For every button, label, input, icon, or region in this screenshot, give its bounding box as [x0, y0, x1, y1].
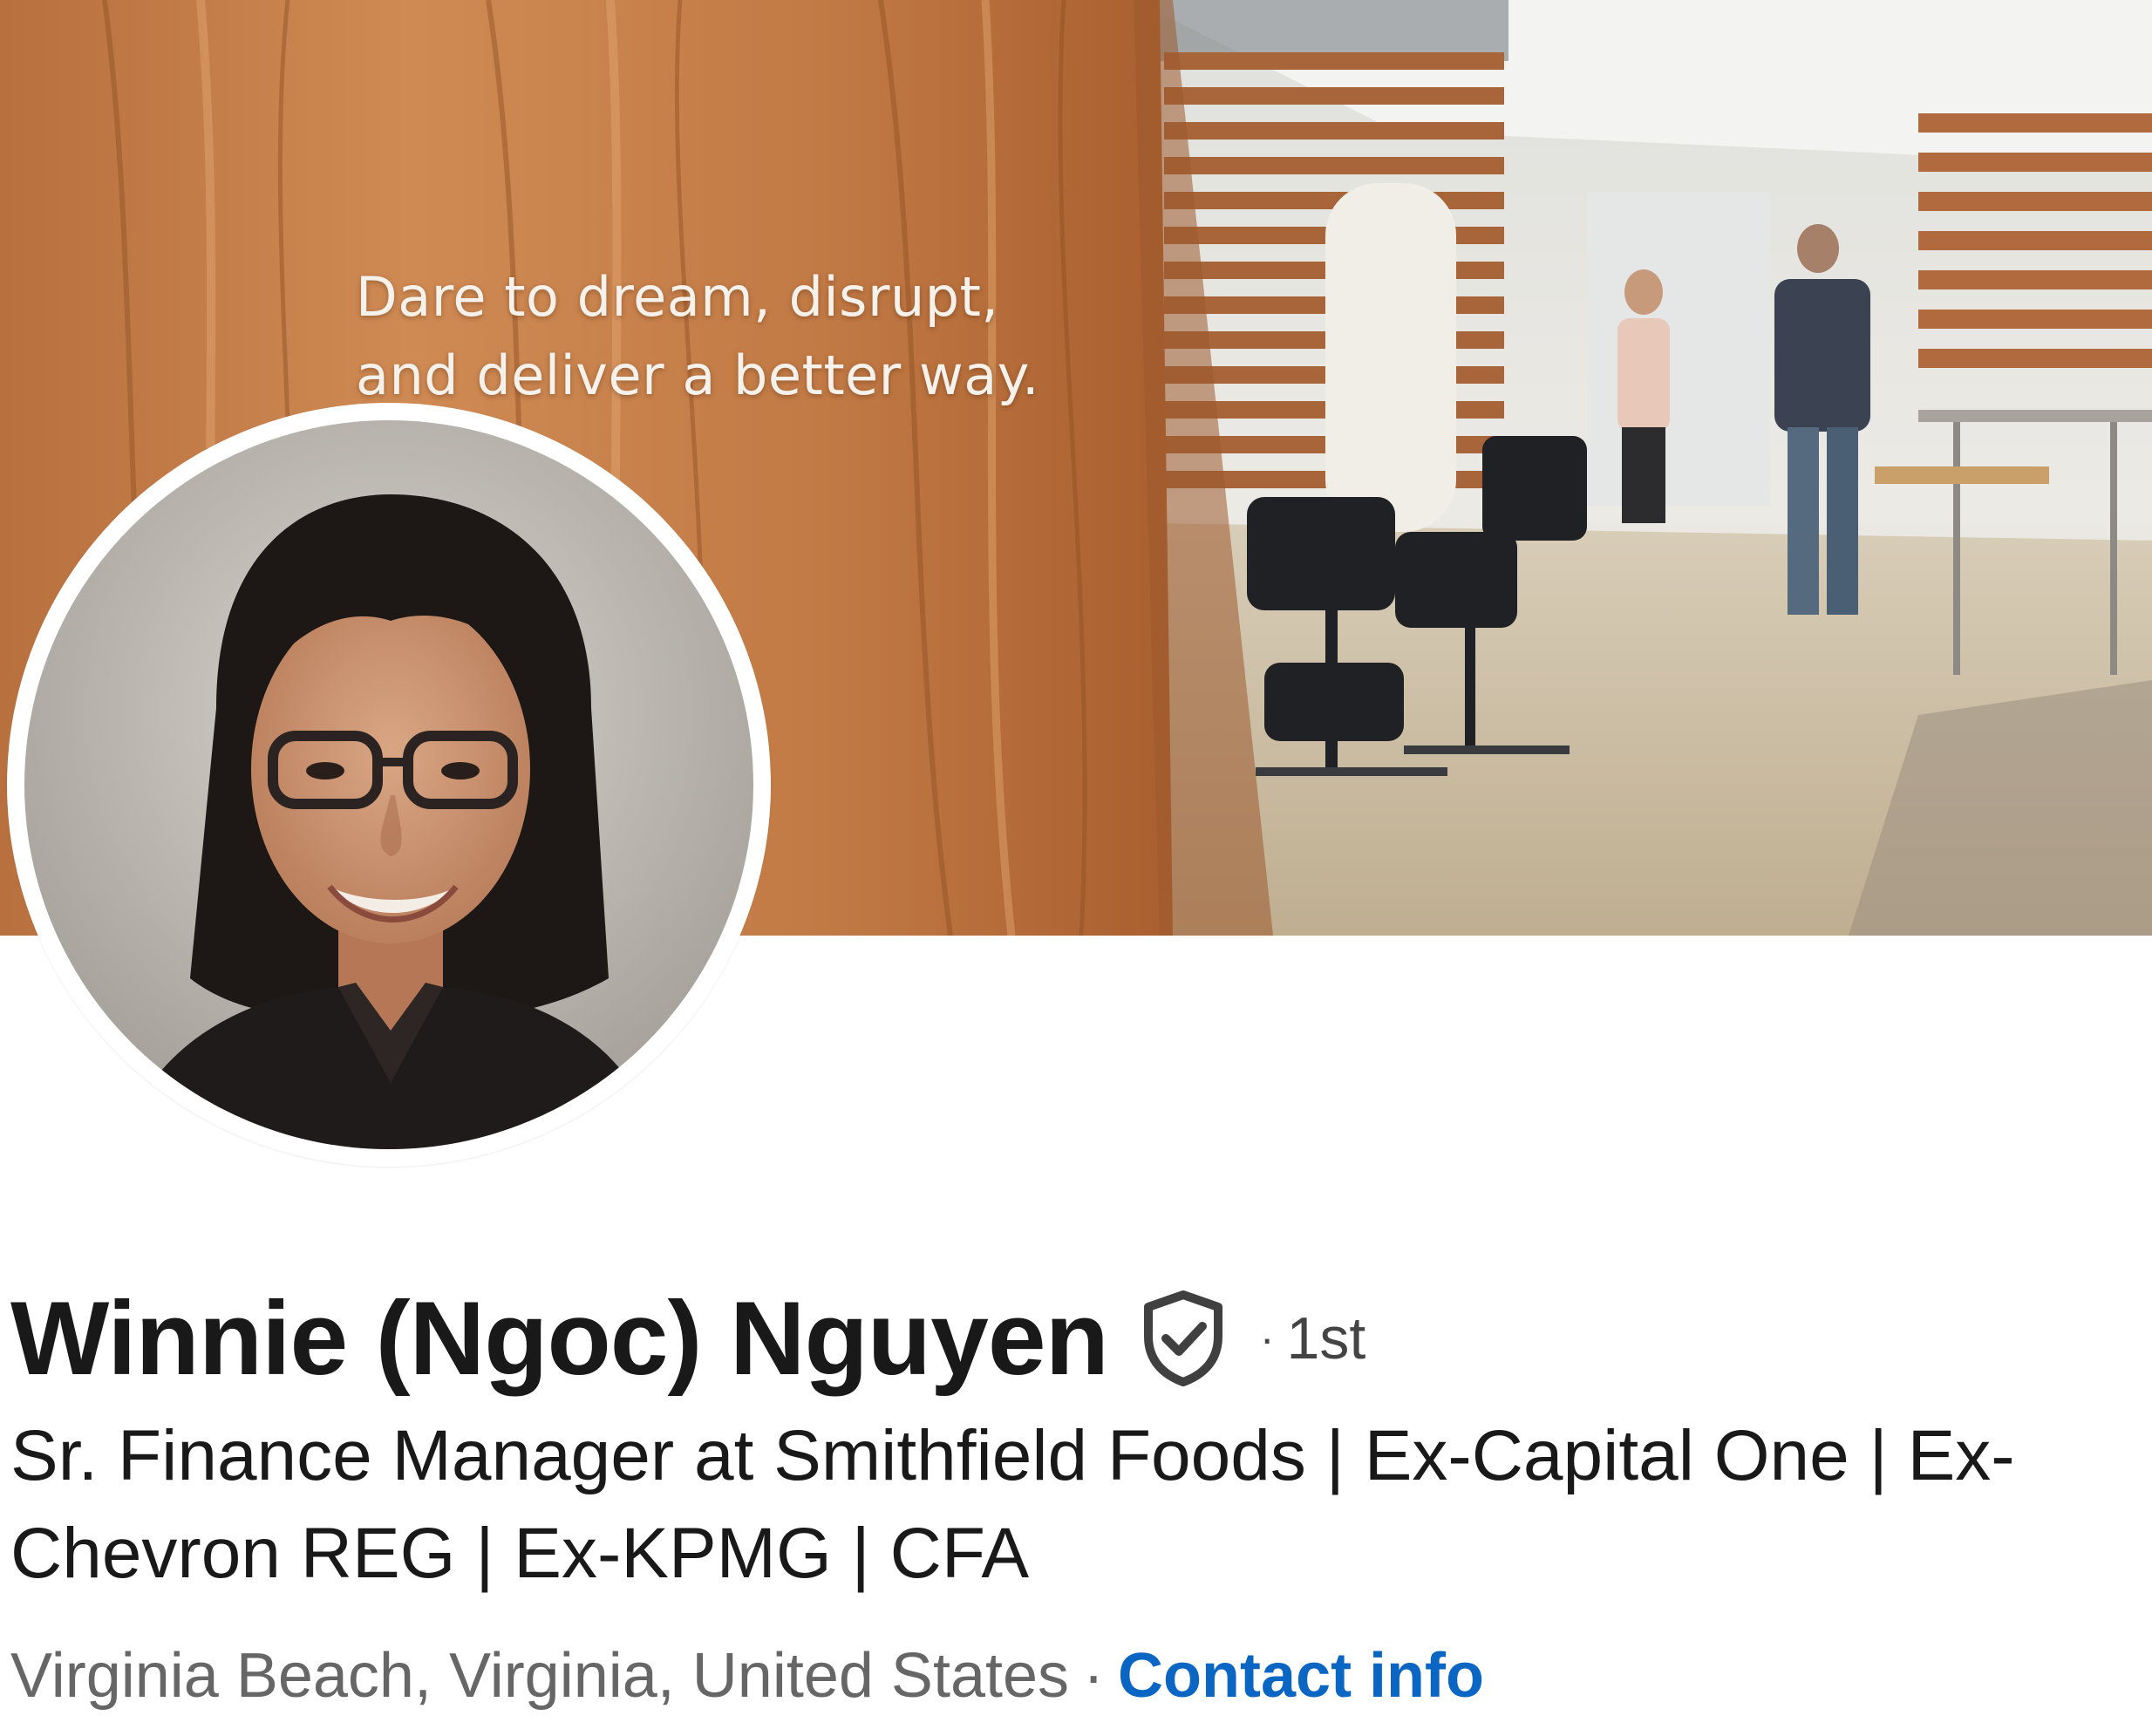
banner-tagline-line1: Dare to dream, disrupt,	[356, 265, 999, 329]
banner-tagline: Dare to dream, disrupt, and deliver a be…	[356, 258, 1039, 415]
profile-headline-line1: Sr. Finance Manager at Smithfield Foods …	[10, 1416, 2015, 1495]
shield-check-icon[interactable]	[1140, 1290, 1227, 1387]
profile-photo-image	[24, 420, 753, 1149]
profile-headline: Sr. Finance Manager at Smithfield Foods …	[10, 1407, 2138, 1603]
profile-location: Virginia Beach, Virginia, United States	[10, 1641, 1070, 1711]
profile-top-card: Dare to dream, disrupt, and deliver a be…	[0, 0, 2152, 1736]
contact-info-link[interactable]: Contact info	[1118, 1641, 1484, 1711]
location-separator: ·	[1083, 1641, 1105, 1711]
connection-degree-badge: 1st	[1286, 1305, 1366, 1372]
banner-tagline-line2: and deliver a better way.	[356, 344, 1040, 407]
location-row: Virginia Beach, Virginia, United States ·…	[10, 1632, 1484, 1719]
profile-name-row: Winnie (Ngoc) Nguyen · 1st	[10, 1277, 1365, 1399]
profile-photo[interactable]	[7, 403, 771, 1167]
profile-name: Winnie (Ngoc) Nguyen	[10, 1280, 1109, 1397]
profile-headline-line2: Chevron REG | Ex-KPMG | CFA	[10, 1514, 1030, 1593]
degree-separator: ·	[1259, 1314, 1275, 1363]
